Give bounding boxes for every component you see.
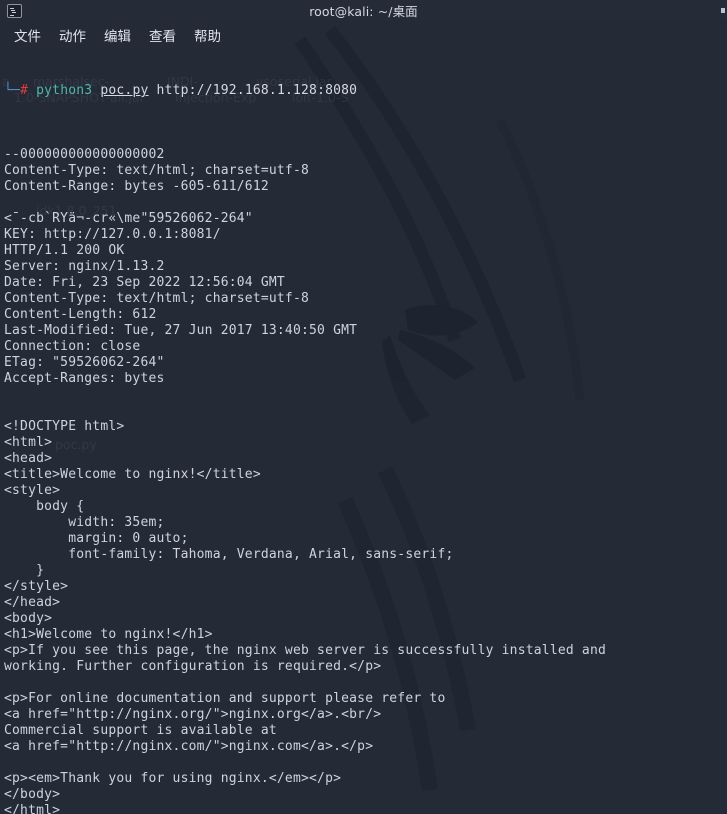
command-script: poc.py xyxy=(100,83,149,98)
terminal-line: Server: nginx/1.13.2 xyxy=(4,259,165,274)
terminal-output-area[interactable]: └─# python3 poc.py http://192.168.1.128:… xyxy=(0,48,727,814)
terminal-line: Last-Modified: Tue, 27 Jun 2017 13:40:50… xyxy=(4,323,358,338)
prompt-command xyxy=(28,83,36,98)
terminal-line: <a href="http://nginx.com/">nginx.com</a… xyxy=(4,739,374,754)
terminal-line: Content-Type: text/html; charset=utf-8 xyxy=(4,291,310,306)
terminal-line: </style> xyxy=(4,579,69,594)
prompt-line: └─# python3 poc.py http://192.168.1.128:… xyxy=(2,83,727,99)
terminal-line: body { xyxy=(4,499,85,514)
menu-view[interactable]: 查看 xyxy=(145,23,180,47)
menu-edit[interactable]: 编辑 xyxy=(100,23,135,47)
terminal-line: HTTP/1.1 200 OK xyxy=(4,243,125,258)
terminal-line: <html> xyxy=(4,435,53,450)
terminal-line: <h1>Welcome to nginx!</h1> xyxy=(4,627,213,642)
terminal-line: <¯-cb`RYä¬-cr«\me"59526062-264" xyxy=(4,211,253,226)
command-argument: http://192.168.1.128:8080 xyxy=(156,83,358,98)
menu-bar: 文件 动作 编辑 查看 帮助 xyxy=(0,21,727,48)
terminal-line: Accept-Ranges: bytes xyxy=(4,371,165,386)
terminal-line: Connection: close xyxy=(4,339,141,354)
terminal-line: <p><em>Thank you for using nginx.</em></… xyxy=(4,771,342,786)
output-lines: --000000000000000002 Content-Type: text/h… xyxy=(2,131,727,814)
terminal-line: </head> xyxy=(4,595,61,610)
window-title: root@kali: ~/桌面 xyxy=(309,4,418,19)
terminal-line: --000000000000000002 xyxy=(4,147,165,162)
terminal-line: </html> xyxy=(4,803,61,814)
menu-file[interactable]: 文件 xyxy=(10,23,45,47)
terminal-line: <p>If you see this page, the nginx web s… xyxy=(4,643,606,658)
terminal-line: width: 35em; xyxy=(4,515,165,530)
terminal-line: </body> xyxy=(4,787,61,802)
window-control-button[interactable] xyxy=(721,8,725,13)
terminal-line: <body> xyxy=(4,611,53,626)
terminal-line: <a href="http://nginx.org/">nginx.org</a… xyxy=(4,707,382,722)
terminal-line: <p>For online documentation and support … xyxy=(4,691,446,706)
terminal-line: Content-Length: 612 xyxy=(4,307,157,322)
terminal-line: Commercial support is available at xyxy=(4,723,277,738)
terminal-line: margin: 0 auto; xyxy=(4,531,189,546)
terminal-line: Date: Fri, 23 Sep 2022 12:56:04 GMT xyxy=(4,275,285,290)
terminal-line: } xyxy=(4,563,45,578)
terminal-icon xyxy=(7,3,22,18)
terminal-line: <!DOCTYPE html> xyxy=(4,419,125,434)
terminal-line: working. Further configuration is requir… xyxy=(4,659,382,674)
terminal-line: <style> xyxy=(4,483,61,498)
menu-help[interactable]: 帮助 xyxy=(190,23,225,47)
title-bar: root@kali: ~/桌面 xyxy=(0,0,727,21)
terminal-line: ETag: "59526062-264" xyxy=(4,355,165,370)
terminal-window: a marshalsec- JNDI-ysoserial.jar 1.0-SNAPSH… xyxy=(0,0,727,814)
prompt-hash: # xyxy=(20,83,29,98)
terminal-line: font-family: Tahoma, Verdana, Arial, san… xyxy=(4,547,454,562)
terminal-line: <head> xyxy=(4,451,53,466)
menu-actions[interactable]: 动作 xyxy=(55,23,90,47)
prompt-corner: └─ xyxy=(4,83,21,98)
terminal-line: KEY: http://127.0.0.1:8081/ xyxy=(4,227,221,242)
command-python3: python3 xyxy=(36,83,93,98)
terminal-line: <title>Welcome to nginx!</title> xyxy=(4,467,261,482)
terminal-line: Content-Range: bytes -605-611/612 xyxy=(4,179,269,194)
terminal-line: Content-Type: text/html; charset=utf-8 xyxy=(4,163,310,178)
